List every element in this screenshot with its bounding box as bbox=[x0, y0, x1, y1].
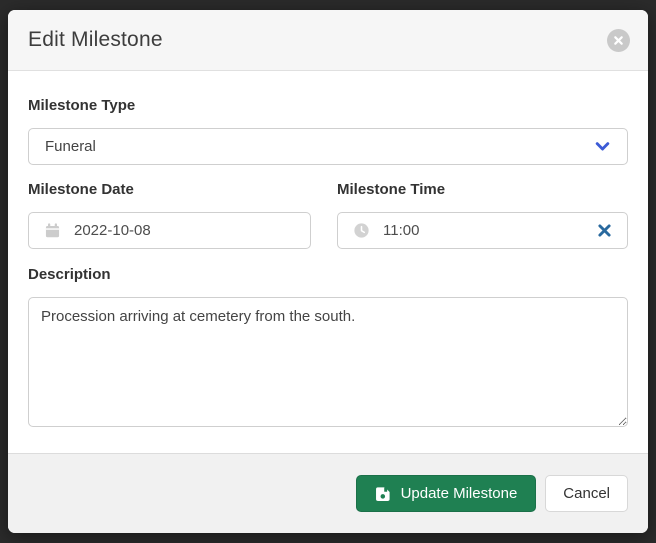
cancel-label: Cancel bbox=[563, 485, 610, 502]
modal-body: Milestone Type Funeral Milestone Date bbox=[8, 71, 648, 453]
close-icon bbox=[613, 35, 624, 46]
milestone-date-group: Milestone Date bbox=[28, 181, 311, 249]
save-icon bbox=[375, 486, 391, 502]
modal-title: Edit Milestone bbox=[28, 28, 163, 52]
milestone-type-group: Milestone Type Funeral bbox=[28, 97, 628, 165]
milestone-date-label: Milestone Date bbox=[28, 181, 311, 199]
description-textarea[interactable]: Procession arriving at cemetery from the… bbox=[28, 297, 628, 427]
milestone-time-label: Milestone Time bbox=[337, 181, 628, 199]
milestone-date-field bbox=[28, 212, 311, 249]
milestone-type-value: Funeral bbox=[45, 138, 96, 155]
chevron-down-icon bbox=[594, 138, 611, 155]
close-button[interactable] bbox=[607, 29, 630, 52]
milestone-date-input[interactable] bbox=[74, 222, 296, 239]
modal-footer: Update Milestone Cancel bbox=[8, 453, 648, 533]
update-milestone-label: Update Milestone bbox=[401, 485, 518, 502]
edit-milestone-modal: Edit Milestone Milestone Type Funeral Mi… bbox=[8, 10, 648, 533]
clear-time-icon[interactable] bbox=[596, 222, 613, 239]
date-time-row: Milestone Date Milestone Time bbox=[28, 181, 628, 249]
milestone-time-field bbox=[337, 212, 628, 249]
update-milestone-button[interactable]: Update Milestone bbox=[356, 475, 537, 512]
milestone-time-group: Milestone Time bbox=[337, 181, 628, 249]
cancel-button[interactable]: Cancel bbox=[545, 475, 628, 512]
milestone-time-input[interactable] bbox=[383, 222, 582, 239]
description-label: Description bbox=[28, 266, 628, 284]
description-group: Description Procession arriving at cemet… bbox=[28, 266, 628, 432]
milestone-type-label: Milestone Type bbox=[28, 97, 628, 115]
modal-header: Edit Milestone bbox=[8, 10, 648, 71]
clock-icon bbox=[354, 223, 369, 238]
milestone-type-select[interactable]: Funeral bbox=[28, 128, 628, 165]
calendar-icon bbox=[45, 223, 60, 238]
